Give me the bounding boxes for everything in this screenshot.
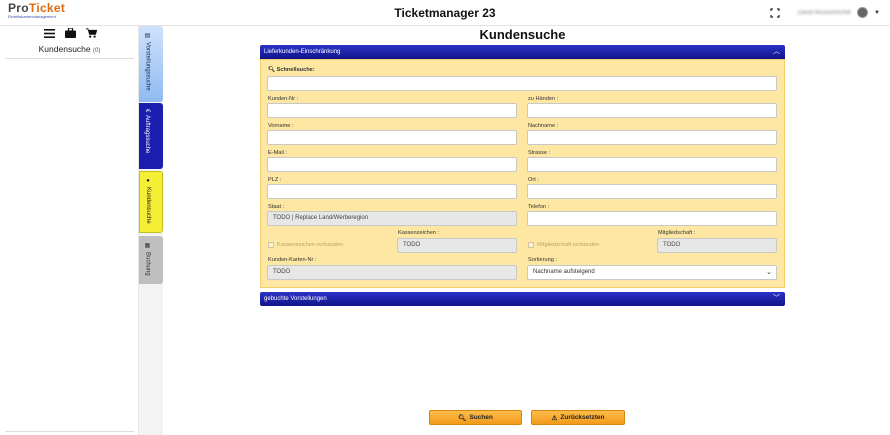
result-count: (0) bbox=[93, 48, 101, 54]
chevron-down-icon[interactable]: ﹀ bbox=[773, 292, 780, 306]
grid-icon: ▦ bbox=[144, 242, 150, 249]
kartennr-field: TODO bbox=[267, 265, 517, 280]
app-title: Ticketmanager 23 bbox=[394, 6, 496, 20]
search-button-label: Suchen bbox=[469, 414, 493, 421]
user-name: David Muskantschik bbox=[797, 9, 852, 16]
kundennr-input[interactable] bbox=[267, 103, 517, 118]
vorname-label: Vorname : bbox=[268, 123, 294, 129]
avatar[interactable] bbox=[857, 7, 869, 18]
mitgliedschaft-checkbox-label: Mitgliedschaft vorhanden bbox=[537, 242, 600, 248]
staat-label: Staat : bbox=[268, 204, 285, 210]
search-icon: 🔍︎ bbox=[458, 414, 467, 422]
strasse-label: Strasse : bbox=[528, 150, 551, 156]
strasse-input[interactable] bbox=[527, 157, 777, 172]
tab-label: Vorstellungssuche bbox=[144, 42, 151, 91]
kartennr-label: Kunden-Karten-Nr : bbox=[268, 257, 317, 263]
ort-label: Ort : bbox=[528, 177, 539, 183]
briefcase-icon[interactable] bbox=[65, 28, 76, 38]
left-panel: Kundensuche (0) bbox=[0, 26, 139, 435]
page-title: Kundensuche bbox=[479, 27, 566, 42]
app-header: ProTicket Eintrittskartenmanagement Tick… bbox=[0, 0, 890, 26]
tab-label: Buchung bbox=[144, 252, 151, 276]
reset-button-label: Zurücksetzten bbox=[560, 414, 605, 421]
tab-label: Kundensuche bbox=[145, 187, 151, 224]
plz-label: PLZ : bbox=[268, 177, 282, 183]
kassenzeichen-field: TODO bbox=[397, 238, 517, 253]
telefon-label: Telefon : bbox=[528, 204, 550, 210]
kassenzeichen-checkbox[interactable] bbox=[268, 242, 274, 248]
reset-button[interactable]: ⚠︎ Zurücksetzten bbox=[531, 410, 625, 425]
kundennr-label: Kunden-Nr : bbox=[268, 96, 299, 102]
telefon-input[interactable] bbox=[527, 211, 777, 226]
divider bbox=[5, 58, 134, 59]
staat-field: TODO | Replace Land/Werberegion bbox=[267, 211, 517, 226]
kassenzeichen-label: Kassenzeichen : bbox=[398, 230, 440, 236]
sortierung-value: Nachname aufsteigend bbox=[533, 269, 595, 275]
email-label: E-Mail : bbox=[268, 150, 287, 156]
plz-input[interactable] bbox=[267, 184, 517, 199]
chevron-up-icon[interactable]: ︿ bbox=[773, 45, 780, 59]
quicksearch-label-text: Schnellsuche: bbox=[276, 67, 315, 73]
nachname-input[interactable] bbox=[527, 130, 777, 145]
tab-kundensuche[interactable]: ● Kundensuche bbox=[139, 171, 163, 233]
calendar-icon: ▤ bbox=[144, 32, 150, 39]
mitgliedschaft-field: TODO bbox=[657, 238, 777, 253]
zuhaenden-input[interactable] bbox=[527, 103, 777, 118]
tab-vorstellungssuche[interactable]: ▤ Vorstellungssuche bbox=[139, 26, 163, 102]
menu-icon[interactable] bbox=[44, 28, 55, 38]
fullscreen-icon[interactable] bbox=[770, 7, 780, 18]
search-icon: 🔍︎ bbox=[268, 67, 276, 73]
section-header-lieferkunden[interactable]: Lieferkunden-Einschränkung ︿ bbox=[260, 45, 785, 59]
ort-input[interactable] bbox=[527, 184, 777, 199]
nachname-label: Nachname : bbox=[528, 123, 559, 129]
section-title: Lieferkunden-Einschränkung bbox=[264, 49, 341, 55]
quicksearch-input[interactable] bbox=[267, 76, 777, 91]
mitgliedschaft-label: Mitgliedschaft : bbox=[658, 230, 696, 236]
search-button[interactable]: 🔍︎ Suchen bbox=[429, 410, 522, 425]
kassenzeichen-checkbox-label: Kassenzeichen vorhanden bbox=[277, 242, 343, 248]
left-panel-title: Kundensuche (0) bbox=[0, 44, 139, 54]
search-form: 🔍︎ Schnellsuche: Kunden-Nr : zu Händen :… bbox=[260, 59, 785, 288]
email-input[interactable] bbox=[267, 157, 517, 172]
warning-icon: ⚠︎ bbox=[551, 414, 558, 422]
section-title: gebuchte Vorstellungen bbox=[264, 296, 327, 302]
tab-label: Auftragssuche bbox=[144, 115, 150, 154]
zuhaenden-label: zu Händen : bbox=[528, 96, 559, 102]
section-header-gebuchte-vorstellungen[interactable]: gebuchte Vorstellungen ﹀ bbox=[260, 292, 785, 306]
tab-buchung[interactable]: ▦ Buchung bbox=[139, 236, 163, 284]
left-panel-title-text: Kundensuche bbox=[38, 44, 91, 54]
cart-icon[interactable] bbox=[86, 28, 97, 38]
sortierung-label: Sortierung : bbox=[528, 257, 557, 263]
mitgliedschaft-checkbox[interactable] bbox=[528, 242, 534, 248]
tab-auftragssuche[interactable]: € Auftragssuche bbox=[139, 103, 163, 169]
euro-icon: € bbox=[144, 109, 150, 113]
user-menu-caret-icon[interactable]: ▼ bbox=[874, 10, 880, 16]
divider-bottom bbox=[5, 431, 134, 432]
vorname-input[interactable] bbox=[267, 130, 517, 145]
chevron-down-icon: ⌄ bbox=[766, 269, 772, 276]
quicksearch-label: 🔍︎ Schnellsuche: bbox=[268, 67, 315, 73]
person-icon: ● bbox=[145, 178, 151, 184]
sortierung-select[interactable]: Nachname aufsteigend ⌄ bbox=[527, 265, 777, 280]
